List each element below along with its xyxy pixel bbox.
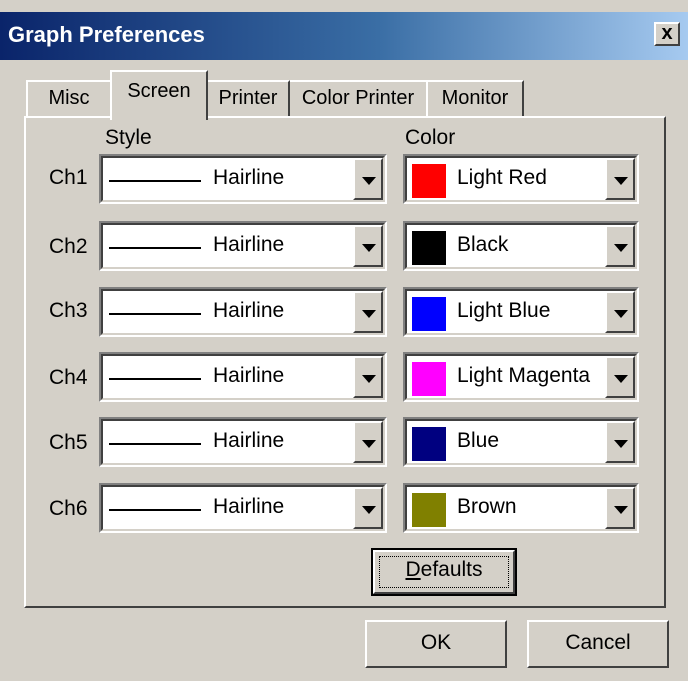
- dropdown-button[interactable]: [353, 421, 383, 463]
- color-swatch: [412, 297, 446, 331]
- style-dropdown-ch5[interactable]: Hairline: [99, 417, 387, 467]
- dropdown-button[interactable]: [605, 356, 635, 398]
- line-style-sample: [109, 247, 201, 249]
- line-style-sample: [109, 509, 201, 511]
- style-dropdown-ch3[interactable]: Hairline: [99, 287, 387, 337]
- dropdown-button[interactable]: [605, 225, 635, 267]
- style-dropdown-ch4[interactable]: Hairline: [99, 352, 387, 402]
- title-bar: Graph Preferences x: [0, 12, 688, 60]
- dialog-title: Graph Preferences: [8, 22, 205, 47]
- color-dropdown-ch6[interactable]: Brown: [403, 483, 639, 533]
- line-style-sample: [109, 180, 201, 182]
- chevron-down-icon: [362, 244, 376, 252]
- channel-label: Ch6: [49, 497, 88, 520]
- tab-color-printer[interactable]: Color Printer: [288, 80, 428, 116]
- tab-screen[interactable]: Screen: [110, 70, 208, 120]
- style-header: Style: [105, 126, 152, 149]
- graph-preferences-dialog: Graph Preferences x Misc Color Printer P…: [0, 0, 688, 681]
- chevron-down-icon: [362, 440, 376, 448]
- color-swatch: [412, 427, 446, 461]
- color-swatch: [412, 164, 446, 198]
- chevron-down-icon: [362, 310, 376, 318]
- chevron-down-icon: [614, 310, 628, 318]
- dropdown-button[interactable]: [353, 487, 383, 529]
- dropdown-button[interactable]: [353, 158, 383, 200]
- chevron-down-icon: [362, 506, 376, 514]
- style-dropdown-ch6[interactable]: Hairline: [99, 483, 387, 533]
- focus-rectangle: [379, 556, 509, 588]
- color-dropdown-ch5[interactable]: Blue: [403, 417, 639, 467]
- style-dropdown-ch2[interactable]: Hairline: [99, 221, 387, 271]
- tab-monitor[interactable]: Monitor: [426, 80, 524, 116]
- color-dropdown-ch2[interactable]: Black: [403, 221, 639, 271]
- line-style-sample: [109, 313, 201, 315]
- chevron-down-icon: [614, 244, 628, 252]
- close-button[interactable]: x: [654, 22, 680, 46]
- dropdown-button[interactable]: [605, 421, 635, 463]
- line-style-sample: [109, 443, 201, 445]
- chevron-down-icon: [614, 506, 628, 514]
- channel-label: Ch2: [49, 235, 88, 258]
- tab-misc[interactable]: Misc: [26, 80, 112, 116]
- ok-button[interactable]: OK: [365, 620, 507, 668]
- channel-label: Ch3: [49, 299, 88, 322]
- color-swatch: [412, 231, 446, 265]
- close-icon: x: [661, 22, 673, 44]
- dropdown-button[interactable]: [353, 291, 383, 333]
- chevron-down-icon: [362, 177, 376, 185]
- dropdown-button[interactable]: [605, 487, 635, 529]
- dropdown-button[interactable]: [605, 291, 635, 333]
- dropdown-button[interactable]: [353, 225, 383, 267]
- chevron-down-icon: [362, 375, 376, 383]
- color-swatch: [412, 493, 446, 527]
- chevron-down-icon: [614, 440, 628, 448]
- tab-printer[interactable]: Printer: [206, 80, 290, 116]
- dropdown-button[interactable]: [353, 356, 383, 398]
- color-swatch: [412, 362, 446, 396]
- channel-label: Ch4: [49, 366, 88, 389]
- chevron-down-icon: [614, 177, 628, 185]
- dropdown-button[interactable]: [605, 158, 635, 200]
- color-dropdown-ch4[interactable]: Light Magenta: [403, 352, 639, 402]
- style-dropdown-ch1[interactable]: Hairline: [99, 154, 387, 204]
- channel-label: Ch5: [49, 431, 88, 454]
- color-header: Color: [405, 126, 456, 149]
- color-dropdown-ch1[interactable]: Light Red: [403, 154, 639, 204]
- chevron-down-icon: [614, 375, 628, 383]
- color-dropdown-ch3[interactable]: Light Blue: [403, 287, 639, 337]
- channel-label: Ch1: [49, 166, 88, 189]
- defaults-button[interactable]: Defaults: [371, 548, 517, 596]
- cancel-button[interactable]: Cancel: [527, 620, 669, 668]
- line-style-sample: [109, 378, 201, 380]
